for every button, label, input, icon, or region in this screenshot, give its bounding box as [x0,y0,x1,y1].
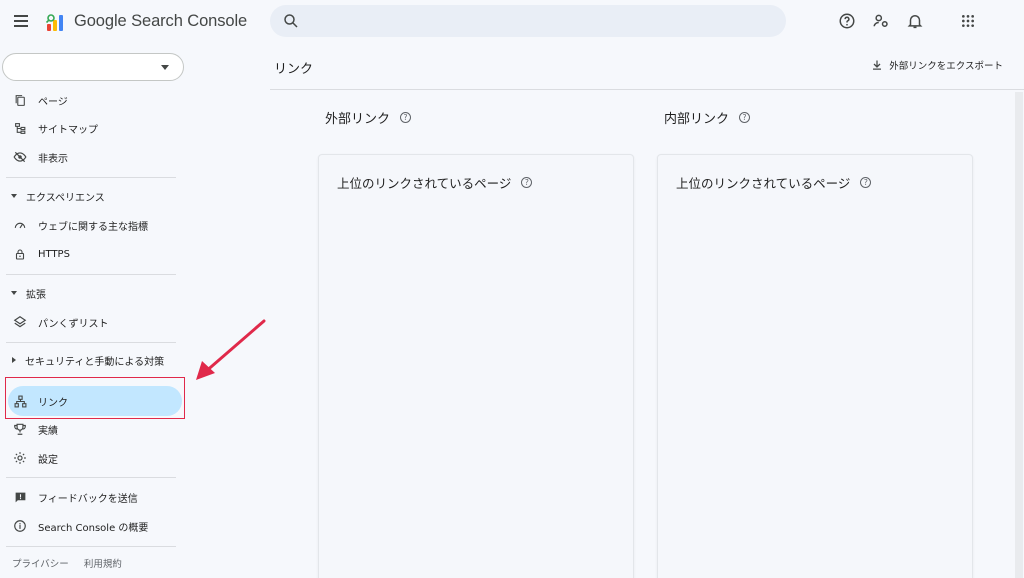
terms-link[interactable]: 利用規約 [84,559,122,570]
help-icon[interactable]: ? [860,177,872,188]
sidebar-item-label: サイトマップ [38,124,98,136]
sidebar-item-label: パンくずリスト [38,318,109,330]
title-divider [270,89,1024,90]
sidebar-item-label: フィードバックを送信 [38,493,138,505]
sidebar-item-feedback[interactable]: フィードバックを送信 [0,485,184,509]
search-input[interactable] [270,5,786,37]
gauge-icon [12,217,28,233]
sidebar-divider [6,342,176,343]
sidebar-item-hidden[interactable]: 非表示 [0,145,184,169]
notifications-icon[interactable] [905,11,925,31]
annotation-arrow-icon [196,319,266,380]
sidebar-item-label: ページ [38,96,68,108]
sidebar-item-https[interactable]: HTTPS [0,242,184,266]
download-icon [873,60,882,70]
help-icon[interactable] [837,11,857,31]
sidebar-divider [6,177,176,178]
internal-links-heading: 内部リンク ? [664,108,751,127]
sidebar-item-achievements[interactable]: 実績 [0,417,184,441]
sidebar-divider [6,274,176,275]
info-icon [12,518,28,534]
export-label: 外部リンクをエクスポート [889,61,1003,72]
gear-icon [12,450,28,466]
sidebar-divider [6,546,176,547]
help-icon[interactable]: ? [739,112,751,123]
layers-icon [12,314,28,330]
sidebar-item-breadcrumbs[interactable]: パンくずリスト [0,310,184,334]
section-label: 拡張 [26,289,46,301]
scrollbar[interactable] [1015,92,1023,578]
apps-grid-icon[interactable] [958,11,978,31]
feedback-icon [12,489,28,505]
section-experience[interactable]: エクスペリエンス [0,186,184,206]
collapse-icon [11,291,17,295]
lock-icon [12,246,28,262]
sidebar-item-label: Search Console の概要 [38,522,149,534]
sidebar: ページ サイトマップ 非表示 エクスペリエンス ウェブに関する主な指標 HTTP… [0,46,190,578]
sidebar-divider [6,477,176,478]
sidebar-item-label: HTTPS [38,248,70,260]
page-title: リンク [274,62,314,77]
manage-users-icon[interactable] [871,11,891,31]
sidebar-item-label: 実績 [38,425,58,437]
menu-line [14,25,28,27]
card-title: 上位のリンクされているページ ? [676,173,872,192]
sidebar-item-pages[interactable]: ページ [0,88,184,112]
app-brand[interactable]: Google Search Console [74,12,247,31]
section-label: セキュリティと手動による対策 [25,356,165,368]
help-icon[interactable]: ? [521,177,533,188]
hidden-icon [12,149,28,165]
menu-line [14,20,28,22]
main-content: リンク 外部リンクをエクスポート 外部リンク ? 内部リンク ? 上位のリンクさ… [270,46,1024,578]
collapse-icon [11,194,17,198]
section-label: エクスペリエンス [26,192,105,204]
property-selector[interactable] [2,53,184,81]
sidebar-item-label: 設定 [38,454,58,466]
external-top-linked-pages-card: 上位のリンクされているページ ? [318,154,634,578]
annotation-highlight-box [5,377,185,419]
sidebar-item-label: ウェブに関する主な指標 [38,221,148,233]
pages-icon [12,92,28,108]
internal-links-title: 内部リンク [664,112,730,127]
legal-links: プライバシー 利用規約 [12,556,134,570]
top-bar: Google Search Console [0,0,1024,46]
menu-line [14,15,28,17]
expand-icon [12,357,16,363]
search-icon[interactable] [282,12,300,30]
main-menu-button[interactable] [10,10,32,32]
privacy-link[interactable]: プライバシー [12,559,69,570]
card-title-text: 上位のリンクされているページ [337,176,512,191]
export-external-links-button[interactable]: 外部リンクをエクスポート [871,58,1003,72]
sidebar-item-about[interactable]: Search Console の概要 [0,514,184,538]
chevron-down-icon [161,65,169,70]
sidebar-item-label: 非表示 [38,153,68,165]
section-security[interactable]: セキュリティと手動による対策 [0,350,184,370]
card-title: 上位のリンクされているページ ? [337,173,533,192]
trophy-icon [12,421,28,437]
section-enhancements[interactable]: 拡張 [0,283,184,303]
sidebar-item-settings[interactable]: 設定 [0,446,184,470]
search-console-logo-icon [45,14,63,31]
help-icon[interactable]: ? [400,112,412,123]
external-links-title: 外部リンク [325,112,391,127]
sitemap-icon [12,120,28,136]
external-links-heading: 外部リンク ? [325,108,412,127]
card-title-text: 上位のリンクされているページ [676,176,851,191]
internal-top-linked-pages-card: 上位のリンクされているページ ? [657,154,973,578]
sidebar-item-core-web-vitals[interactable]: ウェブに関する主な指標 [0,213,184,237]
sidebar-item-sitemap[interactable]: サイトマップ [0,116,184,140]
